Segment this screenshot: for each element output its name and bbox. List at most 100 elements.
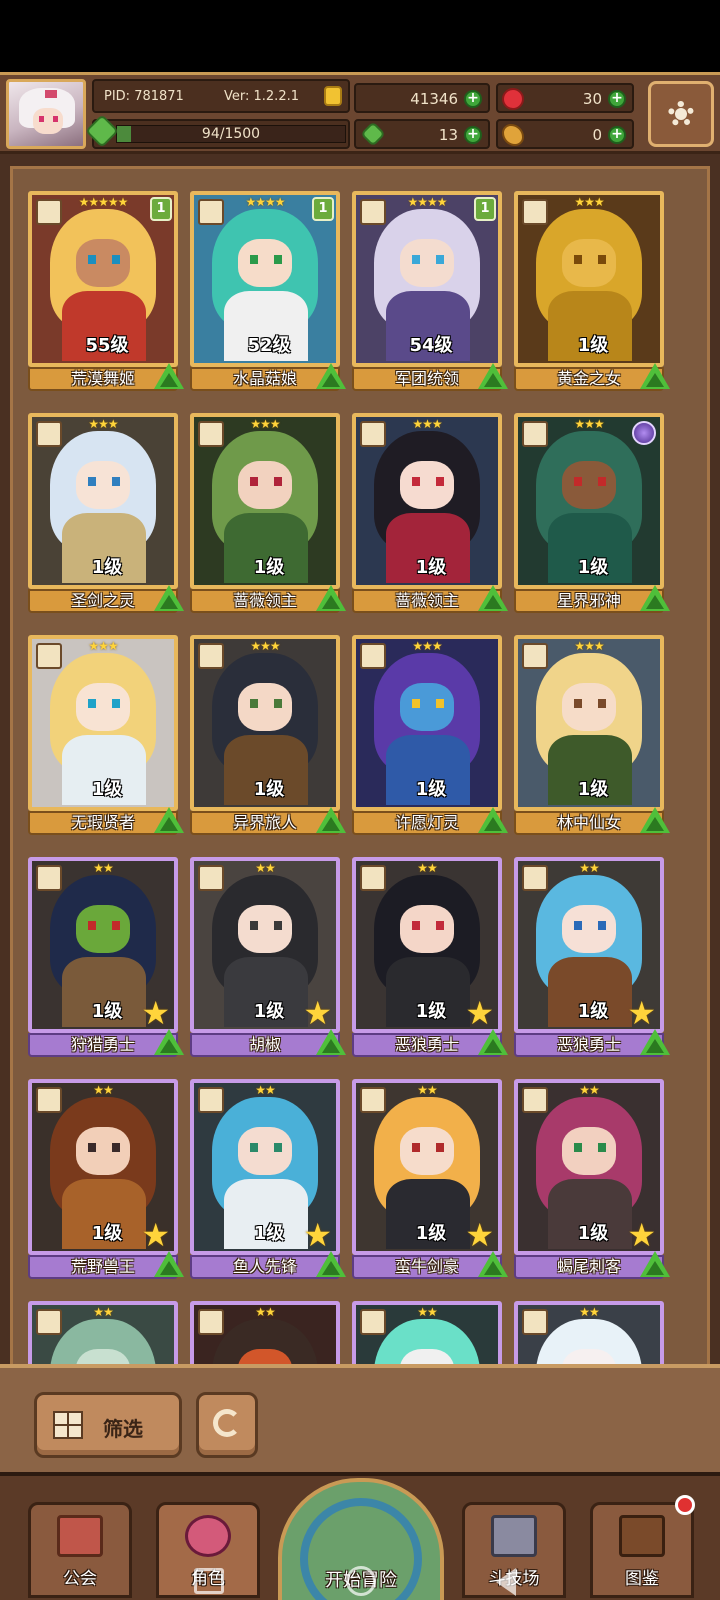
card-frame: ★★ 1级 ★ [352,857,502,1033]
character-grid[interactable]: ★★★★★ 1 55级 荒漠舞姬 ★★★★ 1 52级 水晶菇娘 ★★★★ 1 54级 军团统领 ★★★… [10,166,710,1364]
player-avatar[interactable] [6,79,86,149]
rank-badge: 1 [474,197,496,221]
portrait-eye [436,477,444,486]
system-back-button[interactable] [496,1568,516,1596]
card-frame: ★★★ 1级 [28,635,178,811]
avatar-bow [45,90,57,98]
card-frame: ★★★★★ 1 55级 [28,191,178,367]
upgrade-arrow-icon[interactable] [478,807,508,833]
star-rating: ★★ [579,1305,600,1319]
portrait-eye [412,699,420,708]
star-rating: ★★★ [88,639,118,653]
upgrade-arrow-icon[interactable] [640,585,670,611]
upgrade-arrow-icon[interactable] [316,363,346,389]
refresh-icon [213,1409,241,1437]
add-clover-button[interactable]: + [464,126,482,144]
character-card[interactable]: ★★ [190,1301,340,1364]
book-icon [619,1515,665,1557]
character-card[interactable]: ★★ 1级 ★ 胡椒 [190,857,346,1057]
upgrade-arrow-icon[interactable] [640,1029,670,1055]
upgrade-arrow-icon[interactable] [316,585,346,611]
refresh-button[interactable] [196,1392,258,1458]
element-orb-icon [632,421,656,445]
card-frame: ★★ [190,1301,340,1364]
character-card[interactable]: ★★★ 1级 蔷薇领主 [190,413,346,613]
portrait-face [400,683,454,731]
card-frame: ★★ 1级 ★ [190,1079,340,1255]
character-card[interactable]: ★★ 1级 ★ 鱼人先锋 [190,1079,346,1279]
star-rating: ★★★ [412,639,442,653]
upgrade-arrow-icon[interactable] [154,363,184,389]
upgrade-arrow-icon[interactable] [154,1029,184,1055]
character-card[interactable]: ★★ 1级 ★ 蝎尾刺客 [514,1079,670,1279]
card-frame: ★★★ 1级 [514,635,664,811]
character-card[interactable]: ★★ 1级 ★ 恶狼勇士 [352,857,508,1057]
portrait-face [562,461,616,509]
character-card[interactable]: ★★★ 1级 林中仙女 [514,635,670,835]
character-card[interactable]: ★★ 1级 ★ 恶狼勇士 [514,857,670,1057]
character-card[interactable]: ★★★★ 1 52级 水晶菇娘 [190,191,346,391]
upgrade-arrow-icon[interactable] [478,363,508,389]
portrait-eye [88,699,96,708]
character-card[interactable]: ★★★ 1级 黄金之女 [514,191,670,391]
character-level: 54级 [409,335,453,356]
upgrade-star-icon: ★ [141,994,170,1032]
upgrade-star-icon: ★ [141,1216,170,1254]
upgrade-arrow-icon[interactable] [316,1251,346,1277]
character-card[interactable]: ★★★★ 1 54级 军团统领 [352,191,508,391]
stamina-bar: 94/1500 [116,125,346,143]
nav-guild[interactable]: 公会 [28,1502,132,1598]
upgrade-arrow-icon[interactable] [154,1251,184,1277]
upgrade-arrow-icon[interactable] [640,363,670,389]
character-card[interactable]: ★★ 1级 ★ 狩猎勇士 [28,857,184,1057]
character-card[interactable]: ★★★ 1级 许愿灯灵 [352,635,508,835]
character-card[interactable]: ★★★ 1级 星界邪神 [514,413,670,613]
gold-value: 41346 [410,90,458,108]
card-frame: ★★★★ 1 52级 [190,191,340,367]
star-rating: ★★ [417,861,438,875]
star-rating: ★★ [255,1083,276,1097]
portrait-eye [112,477,120,486]
character-level: 1级 [91,779,123,800]
character-level: 1级 [577,335,609,356]
star-rating: ★★★ [574,639,604,653]
system-recents-button[interactable] [194,1568,224,1594]
character-card[interactable]: ★★★ 1级 异界旅人 [190,635,346,835]
upgrade-arrow-icon[interactable] [478,1029,508,1055]
upgrade-arrow-icon[interactable] [316,1029,346,1055]
upgrade-arrow-icon[interactable] [640,807,670,833]
portrait-face [562,683,616,731]
filter-button[interactable]: 筛选 [34,1392,182,1458]
character-card[interactable]: ★★ 1级 ★ 荒野兽王 [28,1079,184,1279]
nav-codex[interactable]: 图鉴 [590,1495,695,1598]
character-card[interactable]: ★★★ 1级 无瑕贤者 [28,635,184,835]
portrait-face [238,461,292,509]
upgrade-arrow-icon[interactable] [640,1251,670,1277]
star-rating: ★★★ [412,417,442,431]
portrait-eye [88,921,96,930]
top-hud: PID: 781871 Ver: 1.2.2.1 94/1500 41346 +… [0,72,720,154]
character-card[interactable]: ★★ [352,1301,502,1364]
card-frame: ★★ 1级 ★ [352,1079,502,1255]
upgrade-arrow-icon[interactable] [154,807,184,833]
add-gem-button[interactable]: + [608,90,626,108]
character-level: 1级 [253,557,285,578]
system-home-button[interactable] [346,1566,376,1596]
settings-button[interactable] [648,81,714,147]
add-gold-button[interactable]: + [464,90,482,108]
character-card[interactable]: ★★★ 1级 圣剑之灵 [28,413,184,613]
upgrade-arrow-icon[interactable] [316,807,346,833]
upgrade-arrow-icon[interactable] [154,585,184,611]
upgrade-arrow-icon[interactable] [478,1251,508,1277]
character-card[interactable]: ★★ 1级 ★ 蛮牛剑豪 [352,1079,508,1279]
character-card[interactable]: ★★ [514,1301,664,1364]
add-bread-button[interactable]: + [608,126,626,144]
character-card[interactable]: ★★★★★ 1 55级 荒漠舞姬 [28,191,184,391]
character-card[interactable]: ★★ [28,1301,178,1364]
character-card[interactable]: ★★★ 1级 蔷薇领主 [352,413,508,613]
upgrade-arrow-icon[interactable] [478,585,508,611]
grid-icon [53,1411,83,1439]
star-rating: ★★ [579,861,600,875]
portrait-eye [250,699,258,708]
portrait-face [562,239,616,287]
